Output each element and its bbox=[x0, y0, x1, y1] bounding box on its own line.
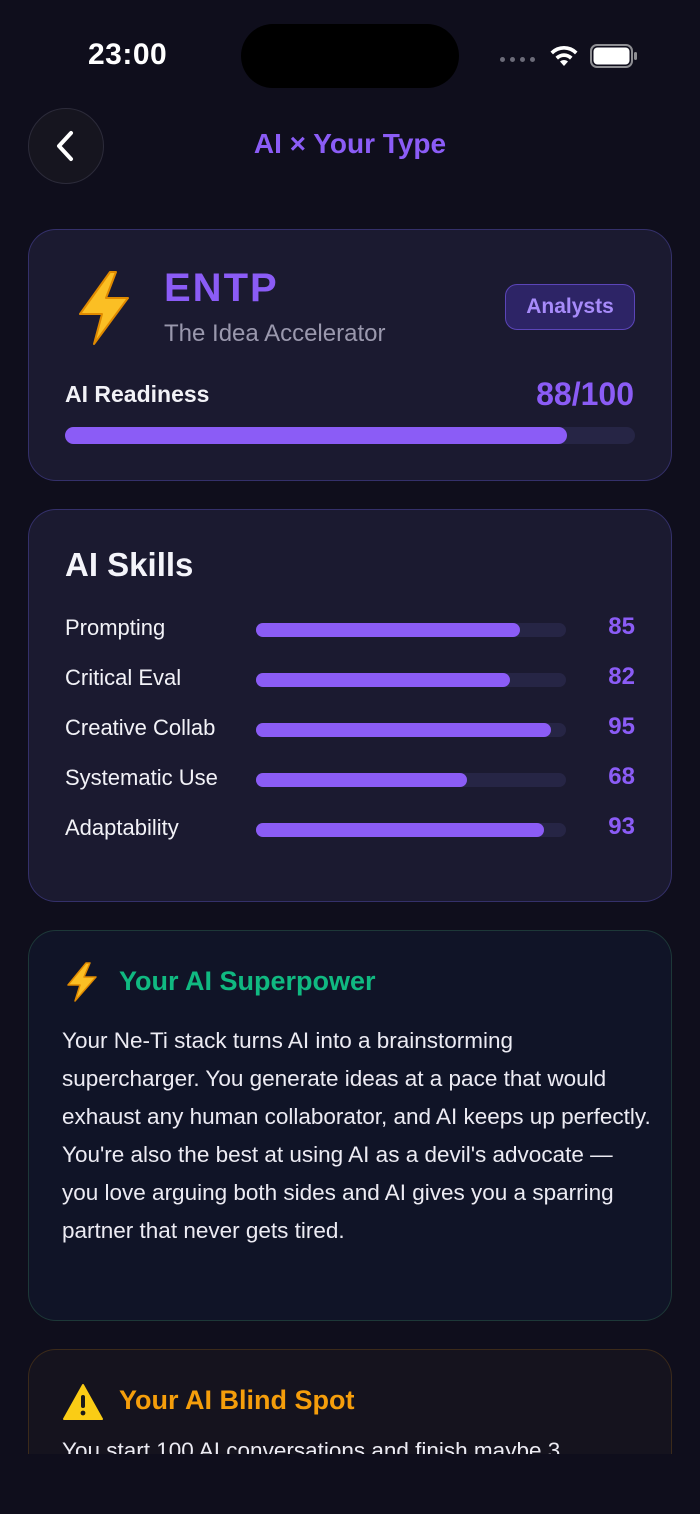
skill-progress-fill bbox=[256, 673, 511, 687]
skill-row: Systematic Use 68 bbox=[65, 759, 635, 799]
skill-value: 93 bbox=[608, 813, 635, 840]
type-name: The Idea Accelerator bbox=[164, 320, 386, 347]
skill-row: Creative Collab 95 bbox=[65, 709, 635, 749]
blindspot-title: Your AI Blind Spot bbox=[119, 1385, 355, 1415]
skill-progress-fill bbox=[256, 623, 520, 637]
skill-value: 95 bbox=[608, 713, 635, 740]
page-title: AI × Your Type bbox=[253, 128, 447, 159]
cellular-signal-icon bbox=[500, 54, 536, 64]
lightning-icon bbox=[67, 962, 97, 1002]
skill-progress-fill bbox=[256, 773, 467, 787]
skill-progress-bar bbox=[256, 723, 566, 737]
skill-value: 68 bbox=[608, 763, 635, 790]
status-time: 23:00 bbox=[88, 38, 168, 71]
lightning-icon bbox=[79, 271, 129, 345]
skill-progress-bar bbox=[256, 823, 566, 837]
warning-icon bbox=[63, 1384, 103, 1420]
readiness-progress-fill bbox=[65, 427, 567, 444]
skills-title: AI Skills bbox=[65, 546, 194, 583]
skill-label: Systematic Use bbox=[65, 765, 218, 790]
readiness-label: AI Readiness bbox=[65, 381, 210, 407]
blindspot-body: You start 100 AI conversations and finis… bbox=[62, 1438, 561, 1454]
readiness-score: 88/100 bbox=[536, 376, 634, 412]
skill-progress-bar bbox=[256, 773, 566, 787]
skill-progress-fill bbox=[256, 823, 545, 837]
dynamic-island bbox=[241, 24, 459, 88]
superpower-title: Your AI Superpower bbox=[119, 966, 376, 996]
skill-row: Prompting 85 bbox=[65, 609, 635, 649]
skill-progress-bar bbox=[256, 673, 566, 687]
skill-label: Adaptability bbox=[65, 815, 179, 840]
scroll-fade bbox=[0, 1454, 700, 1514]
superpower-body: Your Ne-Ti stack turns AI into a brainst… bbox=[62, 1028, 651, 1243]
skill-label: Prompting bbox=[65, 615, 166, 640]
type-code: ENTP bbox=[164, 266, 279, 310]
skill-progress-fill bbox=[256, 723, 551, 737]
readiness-progress-bar bbox=[65, 427, 635, 444]
skill-row: Critical Eval 82 bbox=[65, 659, 635, 699]
battery-icon bbox=[590, 44, 637, 68]
skill-label: Creative Collab bbox=[65, 715, 216, 740]
wifi-icon bbox=[550, 45, 578, 66]
group-badge: Analysts bbox=[505, 284, 635, 330]
status-bar: 23:00 bbox=[0, 0, 700, 100]
skill-label: Critical Eval bbox=[65, 665, 182, 690]
skill-progress-bar bbox=[256, 623, 566, 637]
skill-value: 82 bbox=[608, 663, 635, 690]
skill-value: 85 bbox=[608, 613, 635, 640]
skill-row: Adaptability 93 bbox=[65, 809, 635, 849]
